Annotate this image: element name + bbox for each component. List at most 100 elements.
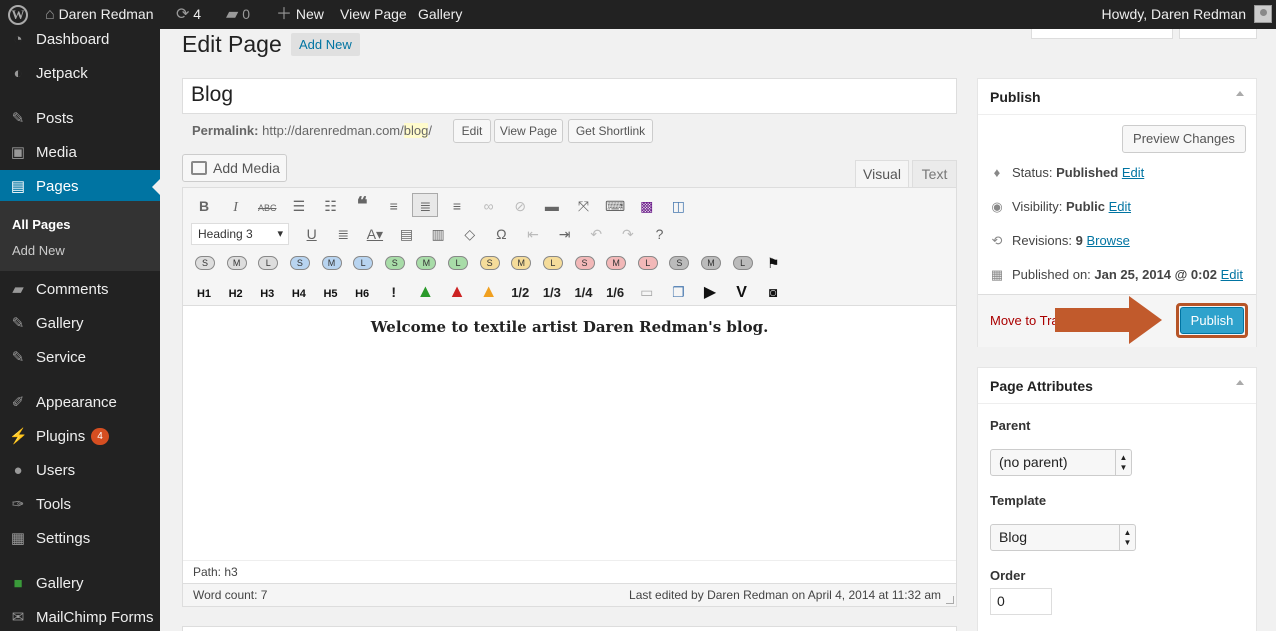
sidebar-item-tools[interactable]: ✑ Tools [0,488,160,522]
outdent-icon[interactable]: ⇤ [520,222,546,246]
content-heading[interactable]: Welcome to textile artist Daren Redman's… [183,318,956,336]
shortcode-bubble-icon[interactable]: M [321,256,342,270]
paste-text-icon[interactable]: ▤ [394,222,420,246]
heading-3-button[interactable]: H3 [254,282,280,306]
shortcode-bubble-icon[interactable]: S [195,256,215,270]
sidebar-item-gallery[interactable]: ✎ Gallery [0,307,160,341]
camera-icon[interactable]: ◙ [760,280,786,304]
shortcode-bubble-icon[interactable]: S [574,256,595,270]
browse-revisions-link[interactable]: Browse [1086,233,1129,248]
sidebar-item-service[interactable]: ✎ Service [0,341,160,375]
paste-word-icon[interactable]: ▥ [425,222,451,246]
submenu-all-pages[interactable]: All Pages [12,217,71,232]
shortcode-bubble-icon[interactable]: L [637,256,658,270]
page-attributes-title[interactable]: Page Attributes [978,368,1256,404]
resize-handle[interactable] [946,596,954,604]
collapse-arrow-icon[interactable] [1236,380,1244,385]
avatar[interactable] [1254,5,1272,23]
help-tab[interactable] [1179,29,1257,39]
sidebar-item-jetpack[interactable]: ◐ Jetpack [0,57,160,91]
parent-select[interactable]: (no parent) ▲ ▼ [990,449,1132,476]
view-page-link[interactable]: View Page [340,0,407,29]
get-shortlink-button[interactable]: Get Shortlink [568,119,653,143]
align-center-icon[interactable]: ≣ [412,193,439,217]
format-select[interactable]: Heading 3 [191,223,289,245]
strikethrough-icon[interactable]: ABC [254,196,280,220]
template-select[interactable]: Blog ▲ ▼ [990,524,1136,551]
fraction-third-button[interactable]: 1/3 [539,281,565,305]
add-media-button[interactable]: Add Media [182,154,287,182]
red-warning-icon[interactable]: ▲ [444,279,470,303]
tab-text[interactable]: Text [912,160,957,188]
shortcode-bubble-icon[interactable]: S [384,256,405,270]
shortcode-bubble-icon[interactable]: S [479,256,500,270]
sidebar-item-appearance[interactable]: ✐ Appearance [0,386,160,420]
blockquote-icon[interactable]: ❝ [349,193,375,217]
shortcode-bubble-icon[interactable]: M [511,256,532,270]
heading-5-button[interactable]: H5 [318,282,344,306]
read-more-icon[interactable]: ▬ [539,194,565,218]
screen-options-tab[interactable] [1031,29,1173,39]
view-page-button[interactable]: View Page [494,119,563,143]
preview-changes-button[interactable]: Preview Changes [1122,125,1246,153]
visibility-edit-link[interactable]: Edit [1109,199,1131,214]
flag-icon[interactable]: ⚑ [760,251,786,275]
comments-link[interactable]: ▰ 0 [226,0,250,29]
shortcode-bubble-icon[interactable]: M [606,256,627,270]
italic-icon[interactable]: I [223,196,249,220]
sidebar-item-mailchimp[interactable]: ✉ MailChimp Forms [0,601,160,631]
permalink-slug[interactable]: blog [403,123,429,138]
publish-box-title[interactable]: Publish [978,79,1256,115]
order-input[interactable]: 0 [990,588,1052,615]
clear-formatting-icon[interactable]: ◇ [457,222,483,246]
editor-content-area[interactable]: Welcome to textile artist Daren Redman's… [183,306,956,559]
align-right-icon[interactable]: ≡ [444,194,470,218]
status-edit-link[interactable]: Edit [1122,165,1144,180]
shortcode-bubble-icon[interactable]: S [669,256,690,270]
shortcode-bubble-icon[interactable]: L [448,256,468,270]
sidebar-item-plugins[interactable]: ⚡ Plugins 4 [0,420,160,454]
kitchen-sink-icon[interactable]: ⌨ [602,194,628,218]
divider-icon[interactable]: ▭ [634,280,660,304]
collapse-arrow-icon[interactable] [1236,91,1244,96]
copy-icon[interactable]: ❐ [665,280,691,304]
yellow-warning-icon[interactable]: ▲ [476,279,502,303]
heading-4-button[interactable]: H4 [286,282,312,306]
fraction-quarter-button[interactable]: 1/4 [571,281,597,305]
indent-icon[interactable]: ⇥ [552,222,578,246]
permalink-base[interactable]: http://darenredman.com/ [262,123,404,138]
insert-link-icon[interactable]: ∞ [476,194,502,218]
shortcode-bubble-icon[interactable]: L [542,256,563,270]
help-icon[interactable]: ? [647,222,673,246]
howdy-link[interactable]: Howdy, Daren Redman [1102,0,1246,29]
sidebar-item-comments[interactable]: ▰ Comments [0,273,160,307]
bulleted-list-icon[interactable]: ☰ [286,194,312,218]
title-input[interactable]: Blog [182,78,957,114]
exclamation-icon[interactable]: ! [381,280,407,304]
sidebar-item-users[interactable]: ● Users [0,454,160,488]
underline-icon[interactable]: U [299,222,325,246]
updates-link[interactable]: ⟳ 4 [176,0,201,29]
new-content-link[interactable]: ＋ New [276,0,324,29]
heading-6-button[interactable]: H6 [349,282,375,306]
permalink-edit-button[interactable]: Edit [453,119,491,143]
fraction-sixth-button[interactable]: 1/6 [602,281,628,305]
redo-icon[interactable]: ↷ [615,222,641,246]
vimeo-icon[interactable]: V [729,281,755,305]
add-new-button[interactable]: Add New [291,33,360,56]
special-character-icon[interactable]: Ω [488,222,514,246]
green-warning-icon[interactable]: ▲ [412,279,438,303]
sidebar-item-media[interactable]: ▣ Media [0,136,160,170]
gallery-link[interactable]: Gallery [418,0,462,29]
shortcode-bubble-icon[interactable]: M [416,256,437,270]
sidebar-item-gallery-plugin[interactable]: ■ Gallery [0,567,160,601]
shortcode-bubble-icon[interactable]: L [353,256,374,270]
shortcode-bubble-icon[interactable]: S [289,256,310,270]
publish-button[interactable]: Publish [1180,307,1244,334]
sidebar-item-posts[interactable]: ✎ Posts [0,102,160,136]
shortcode-bubble-icon[interactable]: L [732,256,753,270]
numbered-list-icon[interactable]: ☷ [318,194,344,218]
grid-plugin-icon[interactable]: ▩ [634,194,660,218]
justify-icon[interactable]: ≣ [330,222,356,246]
text-color-icon[interactable]: A▾ [362,222,388,246]
